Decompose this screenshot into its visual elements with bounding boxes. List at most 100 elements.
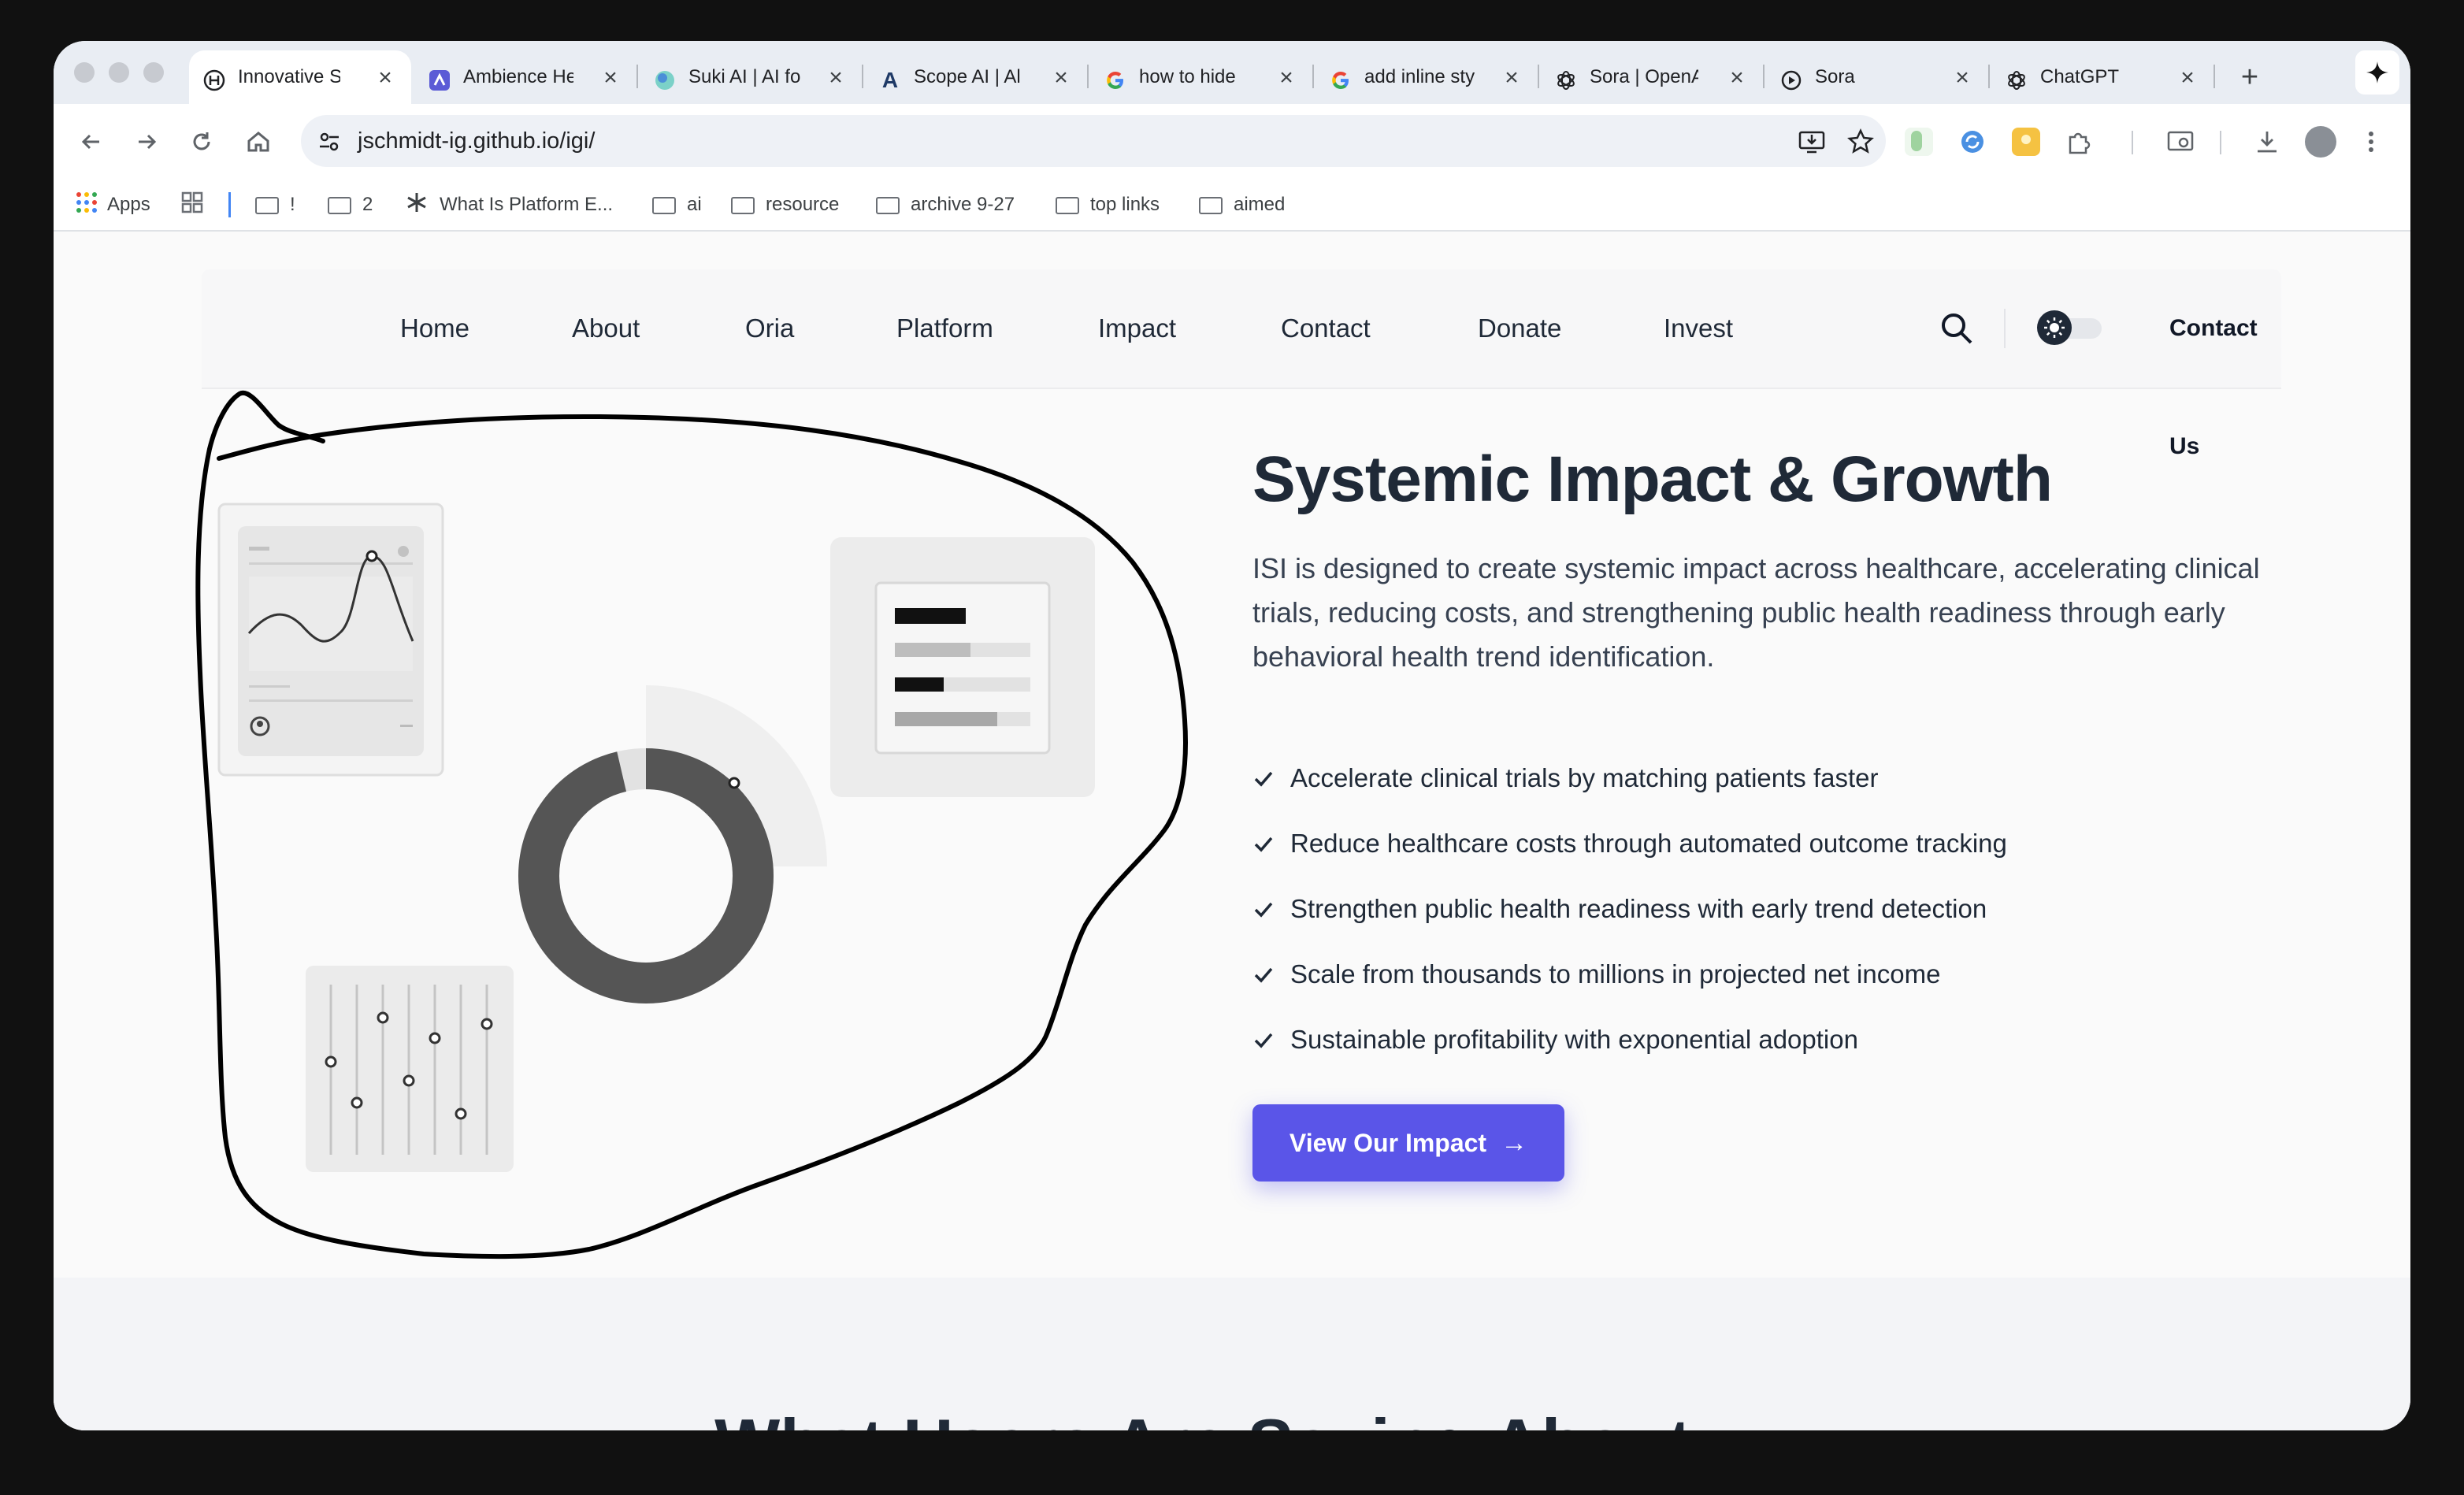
extensions-puzzle-icon[interactable] [2064,128,2092,156]
tab-ambience[interactable]: Ambience He × [414,50,636,104]
bookmark-folder-2[interactable]: 2 [328,180,373,230]
bookmark-folder-exclamation[interactable]: ! [255,180,295,230]
site-info-icon[interactable] [317,129,342,154]
extension-evernote-icon[interactable] [1905,128,1933,156]
bookmark-label: Apps [107,194,150,215]
nav-link-donate[interactable]: Donate [1478,269,1561,388]
extension-sync-icon[interactable] [1958,128,1987,156]
url-text: jschmidt-ig.github.io/igi/ [358,128,596,154]
bookmark-folder-top-links[interactable]: top links [1056,180,1160,230]
install-app-icon[interactable] [1798,128,1826,156]
folder-icon [328,197,351,214]
bookmark-label: 2 [362,194,373,215]
close-icon[interactable]: × [1952,66,1972,90]
download-icon[interactable] [2253,128,2281,156]
hero-title: Systemic Impact & Growth [1252,443,2053,515]
navbar-divider [2004,309,2006,348]
checkmark-icon [1254,902,1273,918]
tab-separator [862,65,863,88]
forward-arrow-icon[interactable] [131,126,162,158]
tab-title: Sora [1815,66,1855,87]
checkmark-icon [1254,967,1273,983]
list-card [830,537,1095,797]
view-impact-button[interactable]: View Our Impact → [1252,1104,1564,1182]
reading-mode-icon[interactable] [2166,128,2195,156]
close-icon[interactable]: × [1727,66,1747,90]
gemini-sparkle-icon[interactable] [2355,50,2399,95]
maximize-window-button[interactable] [143,62,164,83]
close-icon[interactable]: × [1501,66,1522,90]
list-item: Reduce healthcare costs through automate… [1252,811,2277,876]
close-icon[interactable]: × [375,66,395,90]
reload-icon[interactable] [186,126,217,158]
address-bar[interactable]: jschmidt-ig.github.io/igi/ [301,115,1886,167]
nav-link-contact[interactable]: Contact [1281,269,1371,388]
snowflake-icon [405,191,429,220]
bookmark-platform-engineering[interactable]: What Is Platform E... [405,180,613,230]
bookmark-folder-resource[interactable]: resource [731,180,839,230]
close-icon[interactable]: × [2177,66,2198,90]
extension-note-icon[interactable] [2012,128,2040,156]
toolbar-separator [2132,131,2133,154]
tab-title: Suki AI | AI fo [688,66,801,87]
close-icon[interactable]: × [600,66,621,90]
close-window-button[interactable] [74,62,95,83]
benefits-list: Accelerate clinical trials by matching p… [1252,745,2277,1072]
back-arrow-icon[interactable] [76,126,107,158]
bookmark-label: ! [290,194,295,215]
tab-separator [1538,65,1539,88]
theme-toggle[interactable] [2037,310,2103,345]
bookmark-label: resource [766,194,840,215]
close-icon[interactable]: × [1276,66,1297,90]
tab-suki[interactable]: Suki AI | AI fo × [640,50,862,104]
profile-avatar[interactable] [2305,126,2336,158]
tab-separator [1087,65,1089,88]
tab-separator [2214,65,2215,88]
bookmark-folder-archive[interactable]: archive 9-27 [876,180,1015,230]
play-circle-icon [1780,69,1802,91]
tab-title: Innovative Sy [238,66,340,87]
toolbar-separator [2220,131,2221,154]
contact-us-link[interactable]: Contact Us [2169,269,2281,459]
browser-window: Innovative Sy × Ambience He × Suki AI | … [54,41,2410,1430]
tab-title: Sora | OpenA [1590,66,1698,87]
section-heading: What Users Are Saying About... [54,1404,2410,1430]
new-tab-button[interactable]: + [2228,50,2272,104]
list-item: Scale from thousands to millions in proj… [1252,941,2277,1007]
web-page: Home About Oria Platform Impact Contact … [54,232,2410,1430]
checkmark-icon [1254,837,1273,852]
tab-scope[interactable]: A Scope AI | Al × [865,50,1087,104]
tab-chatgpt[interactable]: ChatGPT × [1991,50,2214,104]
benefit-text: Scale from thousands to millions in proj… [1290,959,1941,989]
tab-innovative[interactable]: Innovative Sy × [189,50,411,104]
list-item: Sustainable profitability with exponenti… [1252,1007,2277,1072]
hero-illustration [195,390,1188,1259]
list-item: Accelerate clinical trials by matching p… [1252,745,2277,811]
bookmark-label: archive 9-27 [911,194,1015,215]
home-icon[interactable] [243,126,274,158]
minimize-window-button[interactable] [109,62,129,83]
openai-logo-icon [2006,69,2028,91]
tab-separator [1312,65,1314,88]
nav-link-invest[interactable]: Invest [1664,269,1733,388]
tab-sora-openai[interactable]: Sora | OpenA × [1541,50,1763,104]
tab-title: Scope AI | Al [914,66,1021,87]
bookmark-star-icon[interactable] [1846,128,1875,156]
tab-sora[interactable]: Sora × [1766,50,1988,104]
benefit-text: Strengthen public health readiness with … [1290,893,1987,923]
tab-how-to-hide[interactable]: how to hide × [1090,50,1312,104]
bookmark-tab-groups[interactable] [181,180,203,230]
bookmark-folder-ai[interactable]: ai [652,180,702,230]
sun-icon [2037,310,2072,345]
tab-add-inline-style[interactable]: add inline sty × [1315,50,1538,104]
bookmark-apps[interactable]: Apps [76,180,150,230]
close-icon[interactable]: × [1051,66,1071,90]
folder-icon [1199,197,1223,214]
suki-logo-icon [654,69,676,91]
bookmark-label: What Is Platform E... [440,194,614,215]
close-icon[interactable]: × [826,66,846,90]
search-icon[interactable] [1939,311,1974,346]
menu-kebab-icon[interactable] [2366,128,2376,156]
bookmark-folder-aimed[interactable]: aimed [1199,180,1285,230]
folder-icon [652,197,676,214]
